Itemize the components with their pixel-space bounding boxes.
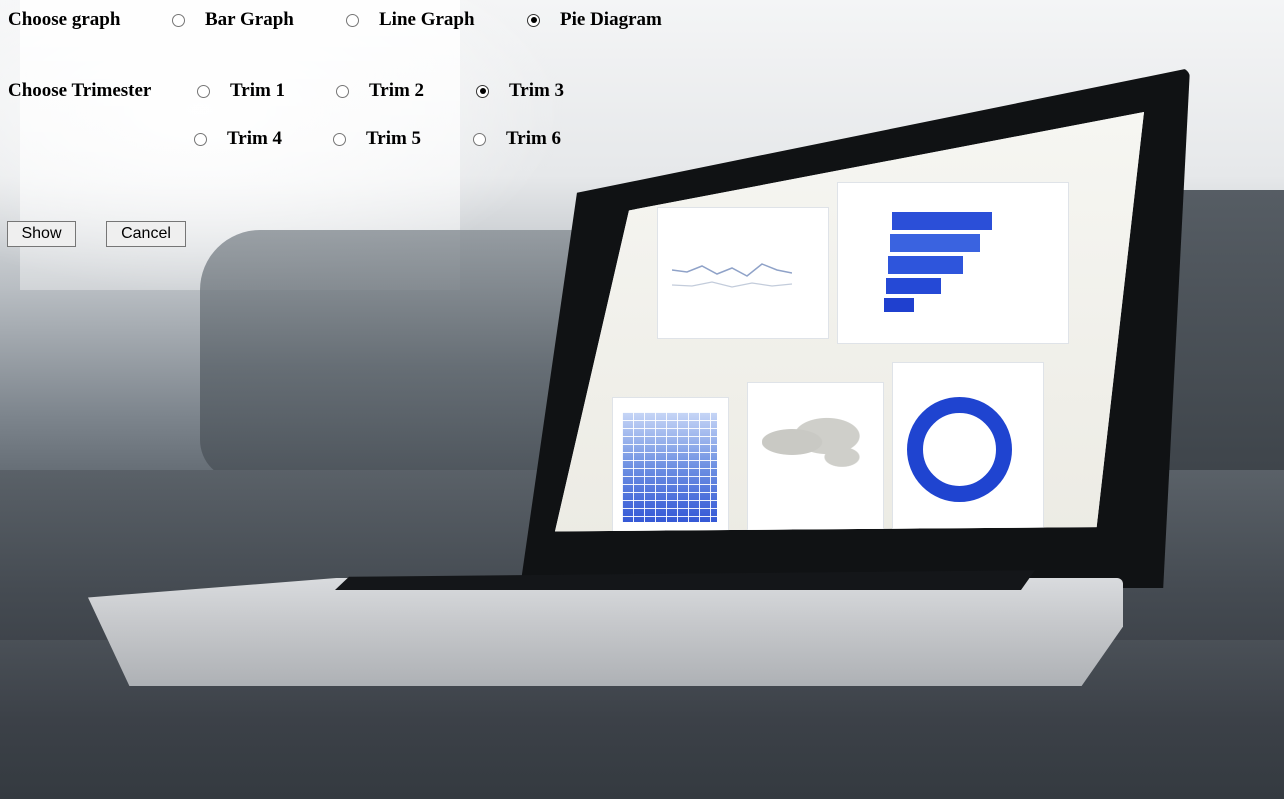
pie-diagram-option[interactable]: Pie Diagram [527,9,662,31]
trim-6-radio[interactable] [473,132,486,146]
trim-6-option[interactable]: Trim 6 [473,128,561,150]
trim-6-label[interactable]: Trim 6 [506,128,561,150]
trim-4-label[interactable]: Trim 4 [227,128,282,150]
show-button[interactable]: Show [7,221,76,247]
dashboard-donut-chart [907,397,1012,502]
line-graph-label[interactable]: Line Graph [379,9,475,31]
bar-graph-label[interactable]: Bar Graph [205,9,294,31]
trim-5-radio[interactable] [333,132,346,146]
trim-5-label[interactable]: Trim 5 [366,128,421,150]
cohort-row [892,212,992,230]
cohort-row [886,278,941,294]
choose-trimester-label: Choose Trimester [8,80,152,101]
trim-1-label[interactable]: Trim 1 [230,80,285,102]
cohort-row [890,234,980,252]
trim-3-label[interactable]: Trim 3 [509,80,564,102]
trim-4-radio[interactable] [194,132,207,146]
cohort-row [884,298,914,312]
dashboard-world-map [762,412,862,472]
trim-3-radio[interactable] [476,84,489,98]
line-graph-option[interactable]: Line Graph [346,9,475,31]
trim-4-option[interactable]: Trim 4 [194,128,282,150]
trim-5-option[interactable]: Trim 5 [333,128,421,150]
choose-graph-label: Choose graph [8,9,121,30]
laptop-base [88,578,1123,686]
graph-selection-form: Choose graph Bar Graph Line Graph Pie Di… [0,0,700,260]
cohort-row [888,256,963,274]
dashboard-heatmap [622,412,717,522]
cancel-button[interactable]: Cancel [106,221,186,247]
bar-graph-option[interactable]: Bar Graph [172,9,294,31]
line-graph-radio[interactable] [346,13,359,27]
trim-2-radio[interactable] [336,84,349,98]
trim-2-label[interactable]: Trim 2 [369,80,424,102]
trim-1-radio[interactable] [197,84,210,98]
pie-diagram-radio[interactable] [527,13,540,27]
bar-graph-radio[interactable] [172,13,185,27]
pie-diagram-label[interactable]: Pie Diagram [560,9,662,31]
trim-2-option[interactable]: Trim 2 [336,80,424,102]
trim-3-option[interactable]: Trim 3 [476,80,564,102]
trim-1-option[interactable]: Trim 1 [197,80,285,102]
